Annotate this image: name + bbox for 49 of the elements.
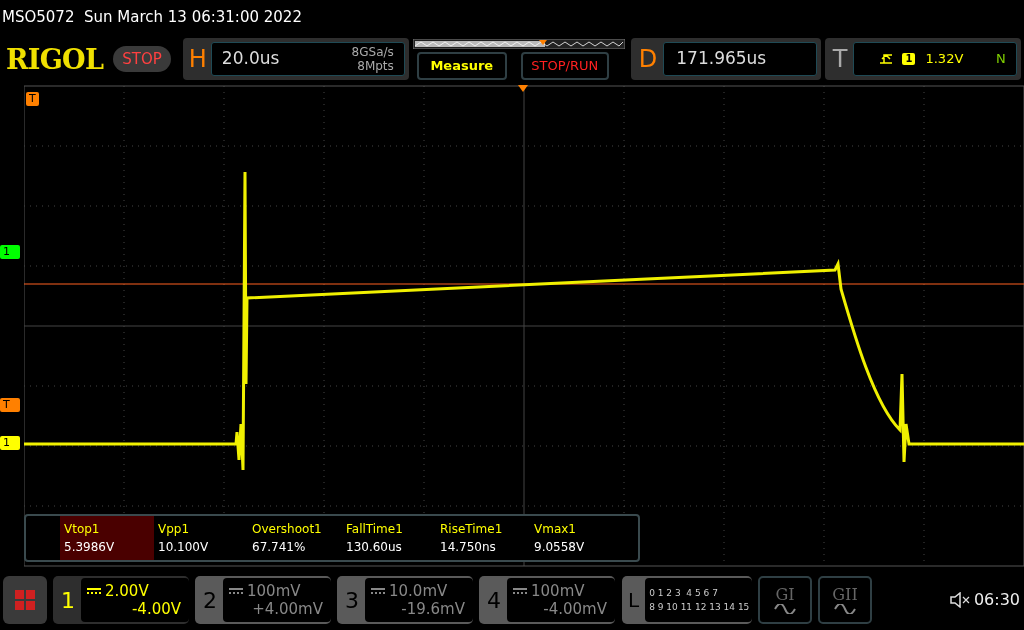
grid-icon xyxy=(15,590,35,610)
stop-run-button[interactable]: STOP/RUN xyxy=(520,51,609,80)
channel-panel[interactable]: 2 100mV +4.00mV xyxy=(195,576,331,624)
brand-logo: RIGOL xyxy=(6,45,104,73)
measure-button[interactable]: Measure xyxy=(416,51,507,80)
trigger-mode: N xyxy=(996,50,1006,69)
run-status-badge: STOP xyxy=(113,45,171,73)
dc-coupling-icon xyxy=(87,588,101,594)
sine-wave-icon xyxy=(774,604,796,614)
trigger-panel[interactable]: T 1 1.32V N xyxy=(824,38,1021,80)
channel-panel[interactable]: 1 2.00V -4.00V xyxy=(53,576,189,624)
sample-rate: 8GSa/s xyxy=(351,45,394,59)
digital-channel-numbers: 8 9 10 11 12 13 14 15 xyxy=(649,601,751,614)
measurement-item[interactable]: FallTime1 130.60us xyxy=(342,516,436,560)
sine-wave-icon xyxy=(834,604,856,614)
menu-button[interactable] xyxy=(3,576,47,624)
delay-label: D xyxy=(638,44,658,75)
trigger-source-badge: 1 xyxy=(902,53,916,65)
trigger-label: T xyxy=(832,44,848,75)
measurement-item[interactable]: Vpp1 10.100V xyxy=(154,516,248,560)
measurement-item[interactable]: Vmax1 9.0558V xyxy=(530,516,624,560)
dc-coupling-icon xyxy=(513,588,527,594)
memory-depth: 8Mpts xyxy=(357,59,394,73)
level-marker: 1 xyxy=(0,436,20,450)
measurement-item[interactable]: Vtop1 5.3986V xyxy=(60,516,154,560)
channel-panel[interactable]: 3 10.0mV -19.6mV xyxy=(337,576,473,624)
measurement-item[interactable]: RiseTime1 14.750ns xyxy=(436,516,530,560)
clock-time: 06:30 xyxy=(973,589,1020,611)
generator-button[interactable]: GI xyxy=(758,576,812,624)
level-marker: T xyxy=(0,398,20,412)
channel-panel[interactable]: 4 100mV -4.00mV xyxy=(479,576,615,624)
horizontal-panel[interactable]: H 20.0us 8GSa/s 8Mpts xyxy=(182,38,409,80)
trigger-position-tag: T xyxy=(26,92,39,106)
trigger-level: 1.32V xyxy=(925,50,964,69)
digital-channel-numbers: 0 1 2 3 4 5 6 7 xyxy=(649,587,719,600)
delay-value: 171.965us xyxy=(676,47,767,71)
dc-coupling-icon xyxy=(371,588,385,594)
timebase-value: 20.0us xyxy=(221,47,280,71)
logic-panel[interactable]: L 0 1 2 3 4 5 6 7 8 9 10 11 12 13 14 15 xyxy=(622,576,752,624)
delay-panel[interactable]: D 171.965us xyxy=(630,38,821,80)
window-title: MSO5072 Sun March 13 06:31:00 2022 xyxy=(2,6,302,28)
trigger-position-marker xyxy=(518,85,528,92)
speaker-muted-icon[interactable] xyxy=(949,592,970,608)
generator-button[interactable]: GII xyxy=(818,576,872,624)
horizontal-label: H xyxy=(188,44,207,75)
measurement-item[interactable]: Overshoot1 67.741% xyxy=(248,516,342,560)
rising-edge-icon xyxy=(880,53,893,65)
level-marker: 1 xyxy=(0,245,20,259)
dc-coupling-icon xyxy=(229,588,243,594)
